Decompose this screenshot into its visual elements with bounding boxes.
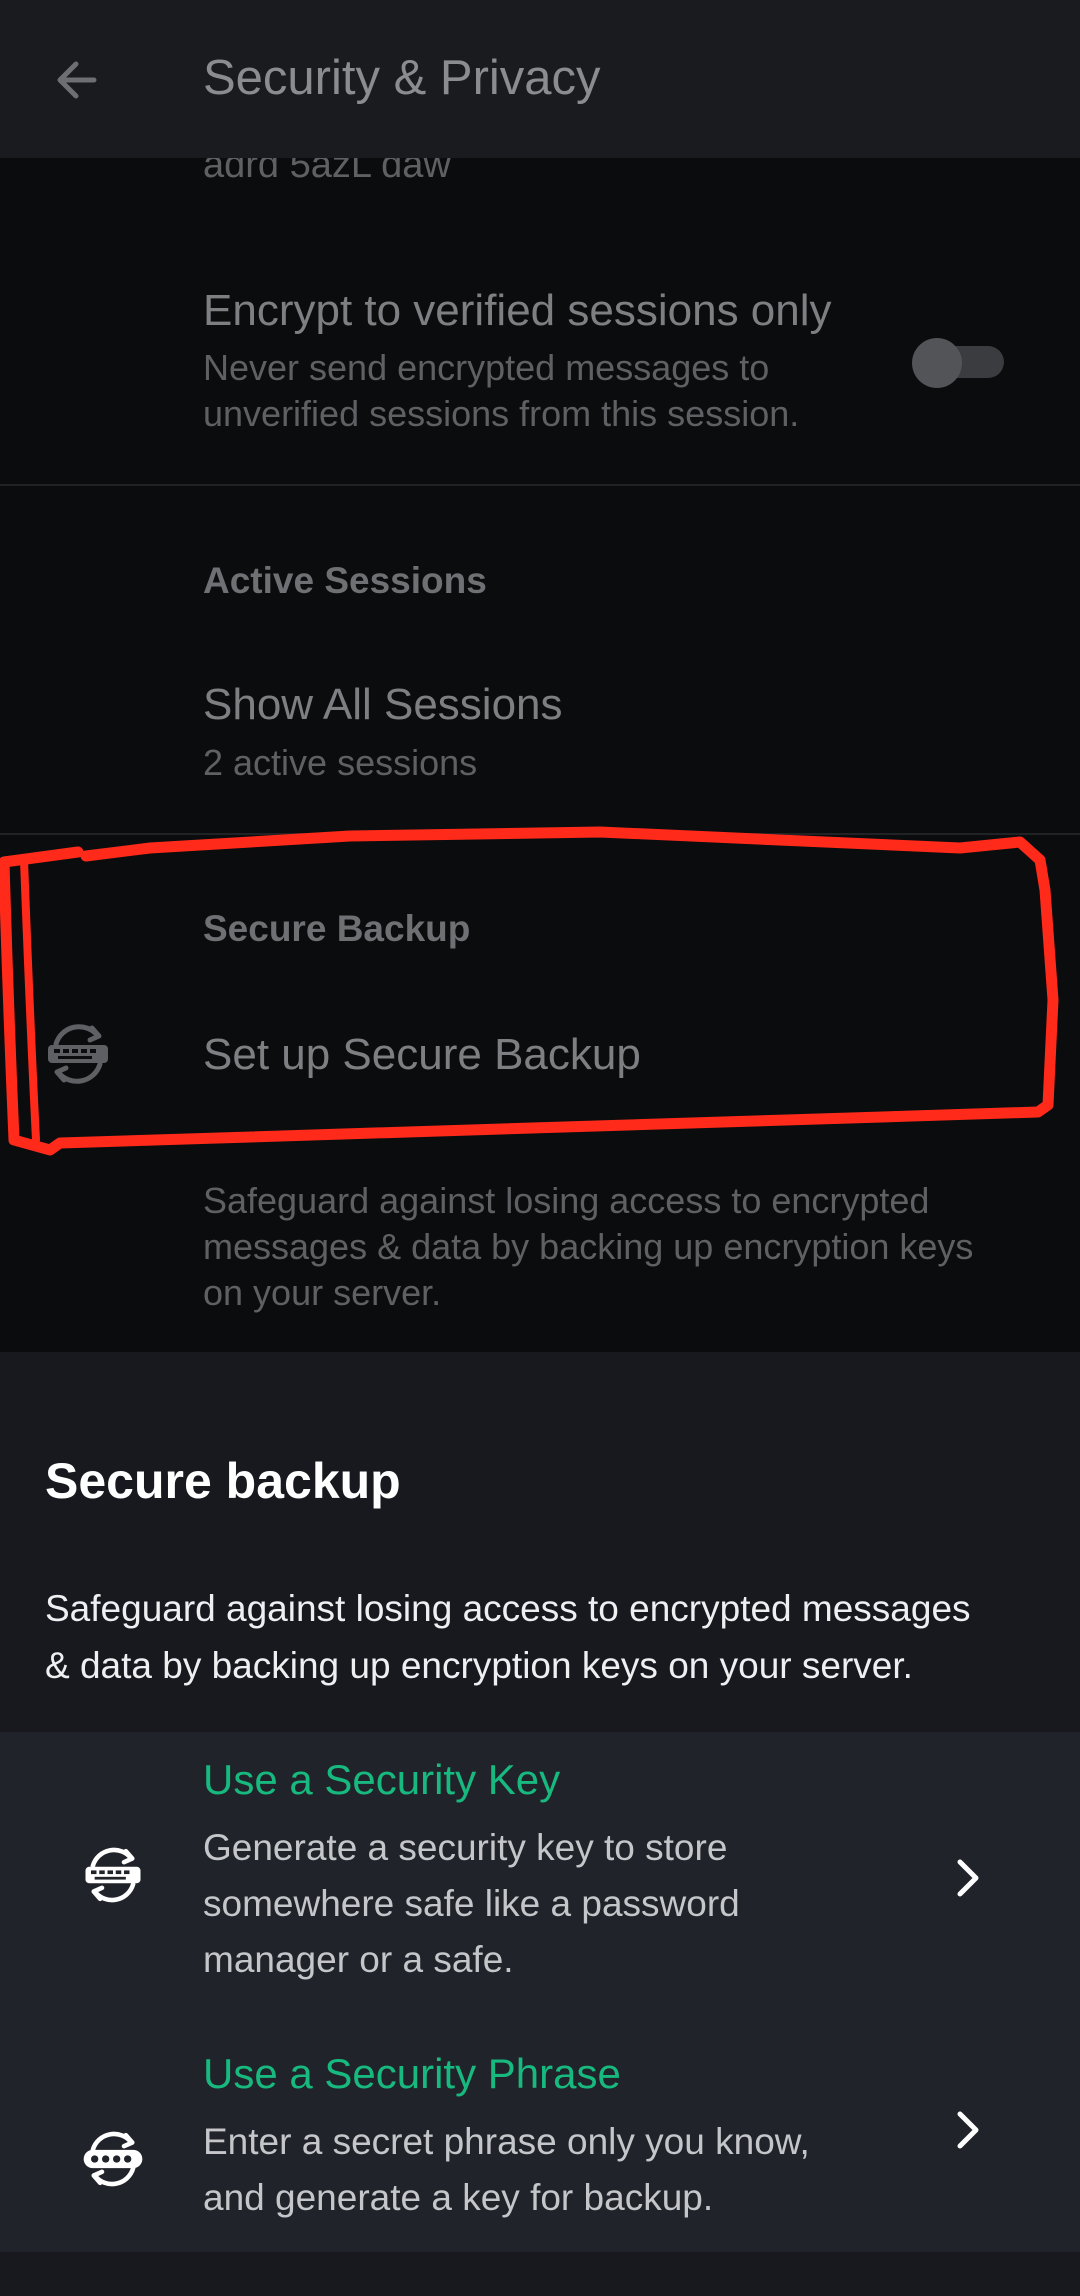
secure-backup-sheet: Secure backup Safeguard against losing a… [0, 1352, 1080, 2296]
toggle-knob [912, 338, 962, 388]
security-phrase-desc-line1: Enter a secret phrase only you know, [203, 2121, 810, 2162]
use-security-phrase-title: Use a Security Phrase [203, 2050, 621, 2097]
secure-backup-footer-line1: Safeguard against losing access to encry… [203, 1180, 930, 1221]
active-sessions-header: Active Sessions [203, 560, 487, 601]
active-sessions-count: 2 active sessions [203, 742, 478, 783]
sheet-description-line1: Safeguard against losing access to encry… [45, 1588, 971, 1629]
chevron-right-icon [957, 2111, 979, 2149]
settings-screen: adrd 5azL daw Security & Privacy Encrypt… [0, 0, 1080, 1352]
security-key-desc-line2: somewhere safe like a password [203, 1883, 740, 1924]
key-backup-icon [85, 1847, 141, 1903]
page-title: Security & Privacy [203, 51, 601, 105]
setup-secure-backup-title: Set up Secure Backup [203, 1030, 641, 1079]
use-security-key-title: Use a Security Key [203, 1756, 561, 1803]
divider [0, 833, 1080, 835]
sheet-description-line2: & data by backing up encryption keys on … [45, 1645, 913, 1686]
sheet-description: Safeguard against losing access to encry… [45, 1580, 1045, 1694]
red-highlight-annotation [0, 826, 1059, 1156]
use-security-phrase-description: Enter a secret phrase only you know, and… [203, 2114, 883, 2226]
key-backup-icon [48, 1024, 108, 1084]
secure-backup-footer-line2: messages & data by backing up encryption… [203, 1226, 974, 1267]
divider [0, 484, 1080, 486]
encrypt-row-description-line2: unverified sessions from this session. [203, 393, 800, 434]
security-phrase-desc-line2: and generate a key for backup. [203, 2177, 714, 2218]
arrow-left-icon[interactable] [50, 52, 106, 108]
app-bar: Security & Privacy [0, 0, 1080, 158]
phrase-backup-icon [83, 2131, 143, 2187]
secure-backup-header: Secure Backup [203, 908, 471, 949]
chevron-right-icon [957, 1859, 979, 1897]
security-key-desc-line3: manager or a safe. [203, 1939, 514, 1980]
show-all-sessions-title: Show All Sessions [203, 680, 563, 729]
sheet-title: Secure backup [45, 1453, 401, 1509]
encrypt-row-title: Encrypt to verified sessions only [203, 286, 832, 335]
encrypt-row-description-line1: Never send encrypted messages to [203, 347, 770, 388]
use-security-phrase-option[interactable]: Use a Security Phrase Enter a secret phr… [0, 2022, 1080, 2252]
backup-options: Use a Security Key Generate a security k… [0, 1732, 1080, 2252]
use-security-key-description: Generate a security key to store somewhe… [203, 1820, 883, 1988]
secure-backup-footer-line3: on your server. [203, 1272, 442, 1313]
use-security-key-option[interactable]: Use a Security Key Generate a security k… [0, 1732, 1080, 2022]
security-key-desc-line1: Generate a security key to store [203, 1827, 728, 1868]
encrypt-toggle[interactable] [912, 338, 1004, 388]
